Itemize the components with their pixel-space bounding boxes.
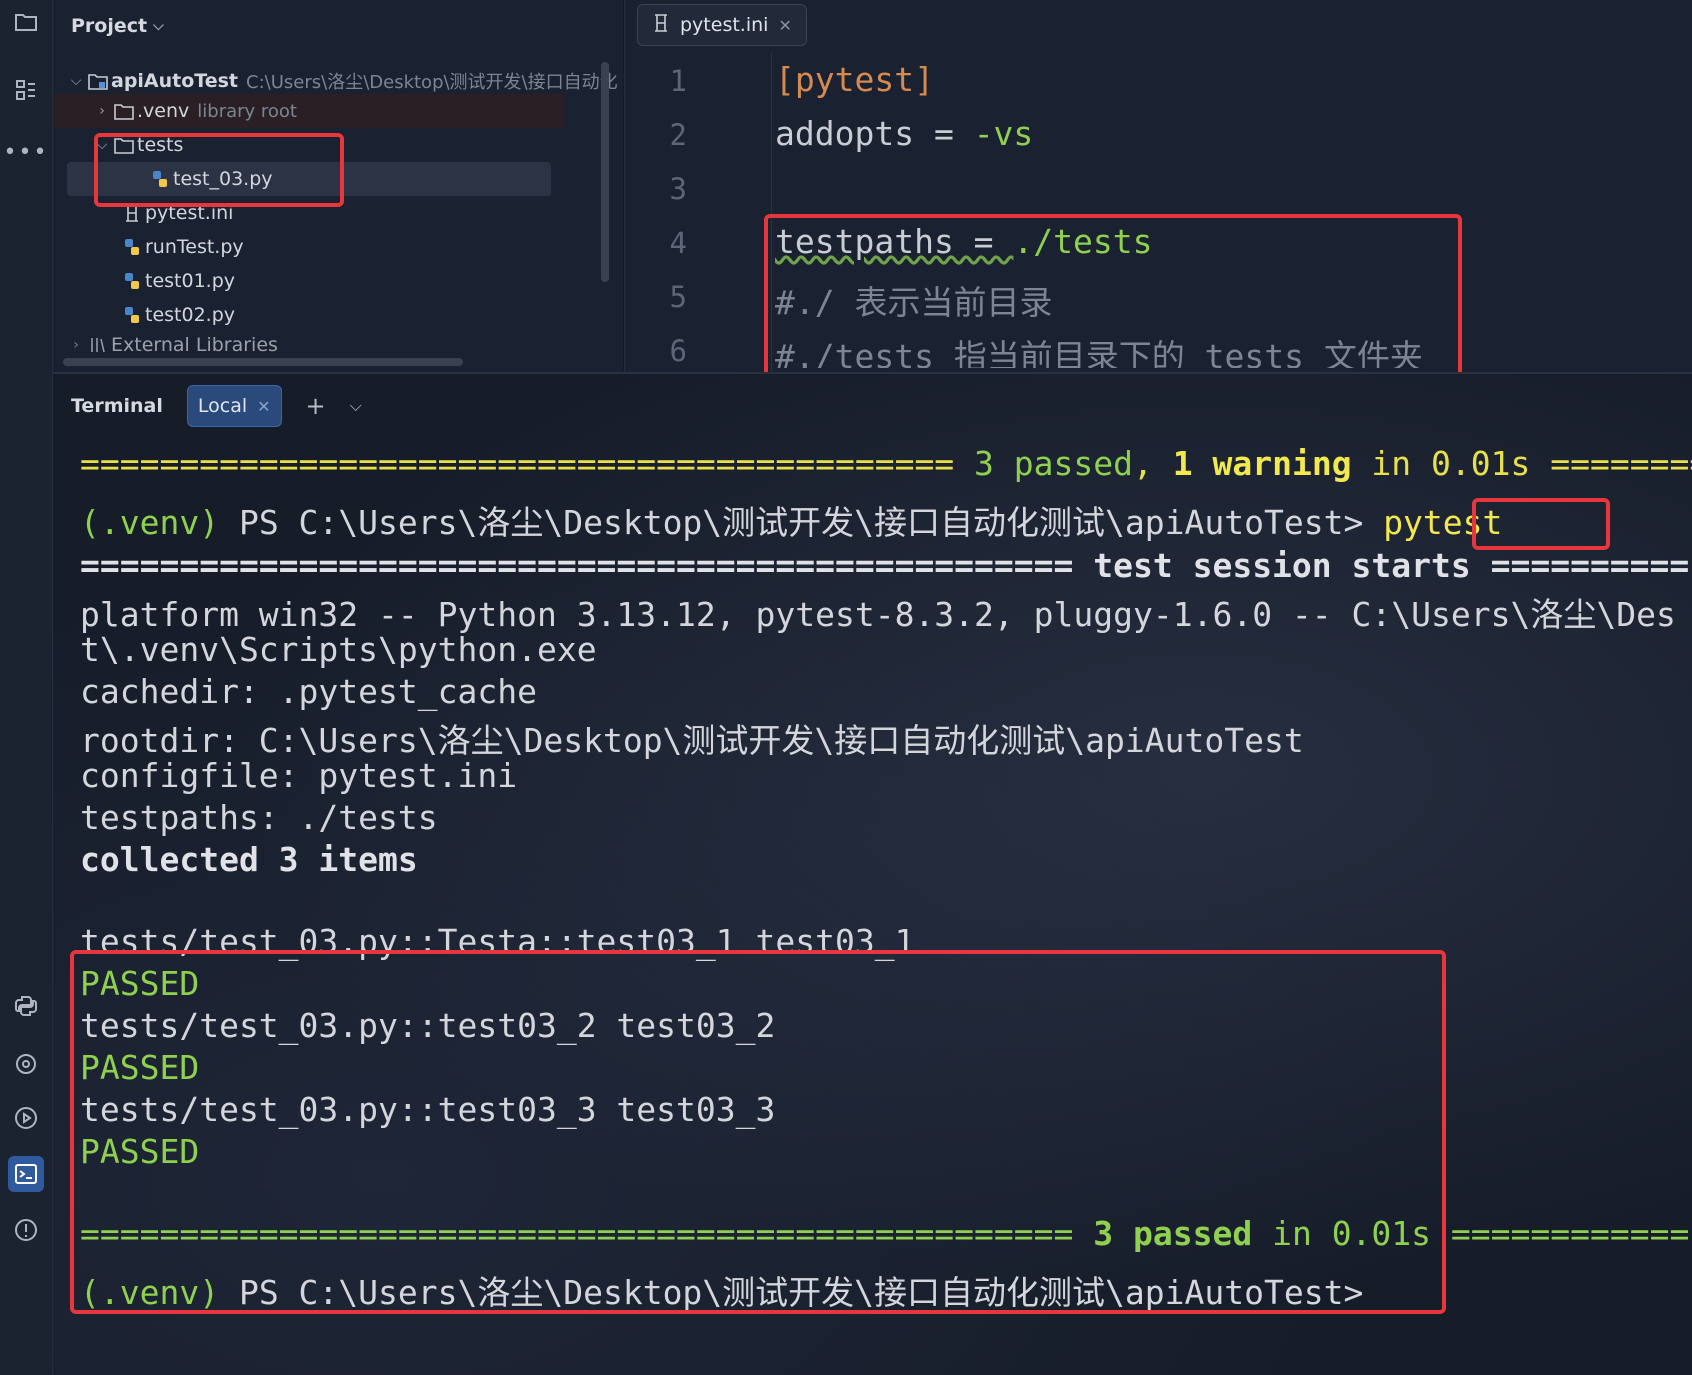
testpaths-line: testpaths: ./tests (80, 798, 438, 837)
line-number: 6 (669, 334, 687, 368)
line-number: 1 (669, 64, 687, 98)
run-icon[interactable] (8, 1100, 44, 1136)
tree-item-runtest[interactable]: runTest.py (119, 230, 244, 264)
tree-item-root[interactable]: ⌵ apiAutoTest C:\Users\洛尘\Desktop\测试开发\接… (67, 64, 618, 98)
rootdir-line: rootdir: C:\Users\洛尘\Desktop\测试开发\接口自动化测… (80, 721, 1304, 760)
chevron-down-icon[interactable]: ⌵ (350, 396, 362, 416)
line-number: 3 (669, 172, 687, 206)
tree-item-venv[interactable]: › .venv library root (93, 94, 297, 128)
tree-item-test02[interactable]: test02.py (119, 298, 235, 332)
venv-label: (.venv) (80, 503, 220, 542)
ini-value: -vs (973, 114, 1034, 153)
collected-line: collected 3 items (80, 840, 418, 879)
activity-bar: ••• (0, 0, 53, 1375)
code-line-1[interactable]: [pytest] (775, 60, 934, 99)
comma: , (1133, 444, 1173, 483)
terminal-title: Terminal (71, 395, 163, 417)
highlight-box-testpaths (764, 214, 1462, 378)
chevron-down-icon: ⌵ (153, 18, 164, 34)
tree-item-test01[interactable]: test01.py (119, 264, 235, 298)
file-label: test01.py (145, 270, 236, 292)
platform-line-cont: t\.venv\Scripts\python.exe (80, 630, 597, 669)
line-number: 2 (669, 118, 687, 152)
separator-bar: ============ (1431, 1214, 1690, 1253)
passed-count: 3 passed (974, 444, 1133, 483)
library-icon (85, 336, 111, 354)
separator-bar: ========================================… (80, 444, 975, 483)
tab-pytest-ini[interactable]: pytest.ini ✕ (637, 4, 807, 46)
project-header[interactable]: Project ⌵ (71, 14, 164, 38)
chevron-right-icon: › (99, 103, 105, 119)
folder-icon[interactable] (8, 4, 44, 40)
python-file-icon (119, 305, 145, 325)
code-line-2[interactable]: addopts = -vs (775, 114, 1033, 153)
problems-icon[interactable] (8, 1212, 44, 1248)
warning-count: 1 warning (1172, 444, 1352, 483)
close-icon[interactable]: ✕ (778, 16, 791, 35)
folder-icon (111, 102, 137, 120)
python-file-icon (119, 237, 145, 257)
project-folder-icon (85, 72, 111, 90)
more-icon[interactable]: ••• (4, 134, 47, 170)
chevron-down-icon: ⌵ (70, 73, 82, 89)
tree-item-external-libraries[interactable]: › External Libraries (67, 332, 278, 358)
tab-local[interactable]: Local ✕ (186, 385, 282, 427)
ini-file-icon (652, 13, 670, 38)
vertical-scrollbar[interactable] (601, 62, 609, 282)
duration: in 0.01s ======== (1351, 444, 1692, 483)
packages-icon[interactable] (8, 1046, 44, 1082)
line-number: 5 (669, 280, 687, 314)
local-tab-label: Local (197, 395, 248, 417)
platform-line: platform win32 -- Python 3.13.12, pytest… (80, 595, 1676, 634)
highlight-box-command (1472, 498, 1610, 550)
highlight-box-tests (94, 133, 344, 207)
venv-note: library root (197, 100, 297, 122)
configfile-line: configfile: pytest.ini (80, 756, 518, 795)
file-label: test02.py (145, 304, 236, 326)
prompt-line[interactable]: (.venv) PS C:\Users\洛尘\Desktop\测试开发\接口自动… (80, 496, 1502, 544)
session-start-bar: ========================================… (80, 546, 1690, 585)
file-label: runTest.py (145, 236, 244, 258)
chevron-right-icon: › (73, 337, 79, 353)
close-icon[interactable]: ✕ (257, 397, 270, 416)
prev-summary-line: ========================================… (80, 444, 1692, 483)
terminal-header: Terminal Local ✕ + ⌵ (71, 385, 362, 427)
project-title: Project (71, 15, 148, 37)
line-number: 4 (669, 226, 687, 260)
highlight-box-results (70, 950, 1446, 1314)
add-icon[interactable]: + (306, 392, 326, 420)
root-path: C:\Users\洛尘\Desktop\测试开发\接口自动化 (246, 72, 618, 93)
prompt-path: PS C:\Users\洛尘\Desktop\测试开发\接口自动化测试\apiA… (219, 503, 1384, 542)
venv-name: .venv (137, 100, 190, 122)
ini-key: addopts = (775, 114, 974, 153)
tab-label: pytest.ini (680, 14, 769, 36)
root-name: apiAutoTest (111, 70, 239, 92)
python-console-icon[interactable] (8, 988, 44, 1024)
terminal-icon[interactable] (8, 1156, 44, 1192)
external-libraries-label: External Libraries (111, 334, 278, 356)
python-file-icon (119, 271, 145, 291)
structure-icon[interactable] (8, 72, 44, 108)
cachedir-line: cachedir: .pytest_cache (80, 672, 537, 711)
horizontal-scrollbar[interactable] (63, 358, 463, 366)
